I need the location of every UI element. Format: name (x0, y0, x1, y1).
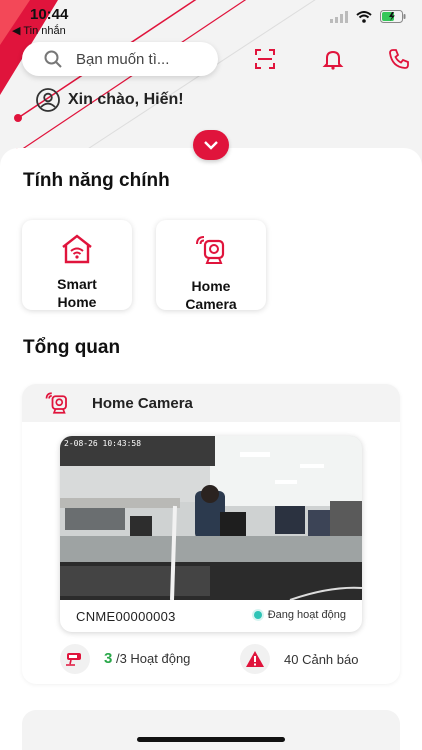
active-cameras-icon-wrap (60, 644, 90, 674)
signal-icon (330, 10, 348, 23)
camera-stats: 3 /3 Hoạt động 40 Cảnh báo (60, 644, 380, 676)
wifi-icon (356, 10, 372, 23)
active-count: 3 (104, 650, 113, 667)
scan-button[interactable] (252, 46, 278, 72)
feature-home-camera-line1: Home (191, 278, 231, 294)
camera-section-title: Home Camera (92, 394, 193, 412)
notifications-button[interactable] (320, 46, 346, 72)
feature-smart-home-line2: Home (57, 294, 97, 310)
feature-home-camera-line2: Camera (185, 296, 237, 312)
greeting: Xin chào, Hiến! (36, 88, 184, 112)
main-features-title: Tính năng chính (23, 170, 170, 191)
camera-info-bar: CNME00000003 Đang hoạt động (60, 600, 362, 632)
active-cameras-stat: 3 /3 Hoạt động (104, 650, 190, 667)
battery-icon (380, 10, 406, 23)
warning-icon (246, 651, 264, 667)
camera-card[interactable]: 2-08-26 10:43:58 CNME00000003 Đang hoạt … (60, 436, 362, 632)
camera-status-text: Đang hoạt động (267, 609, 346, 621)
camera-feed-image (60, 436, 362, 600)
online-status-dot (253, 611, 262, 619)
status-time: 10:44 (30, 6, 69, 23)
user-avatar-icon (36, 88, 60, 112)
status-bar: 10:44 ◀ Tin nhắn (0, 0, 422, 40)
back-to-messages-link[interactable]: ◀ Tin nhắn (12, 24, 66, 37)
scan-icon (255, 49, 275, 69)
chevron-down-icon (204, 140, 218, 150)
feature-smart-home-line1: Smart (57, 276, 97, 292)
greeting-text: Xin chào, Hiến! (68, 91, 184, 108)
search-input[interactable]: Bạn muốn tì... (22, 42, 218, 76)
feed-timestamp: 2-08-26 10:43:58 (64, 439, 142, 448)
next-section-card (22, 710, 400, 750)
warnings-stat[interactable]: 40 Cảnh báo (284, 652, 358, 667)
camera-id: CNME00000003 (76, 608, 176, 624)
warnings-icon-wrap (240, 644, 270, 674)
feature-smart-home[interactable]: Smart Home (22, 220, 132, 310)
status-icons (330, 10, 406, 23)
camera-status: Đang hoạt động (253, 609, 346, 621)
search-icon (44, 50, 62, 68)
home-camera-icon (45, 392, 67, 414)
bell-icon (322, 50, 344, 70)
smart-home-icon (62, 234, 92, 264)
home-camera-icon (196, 236, 225, 264)
overview-title: Tổng quan (23, 337, 121, 358)
collapse-toggle-button[interactable] (193, 130, 229, 160)
search-placeholder: Bạn muốn tì... (76, 50, 170, 68)
cctv-icon (66, 653, 81, 666)
feature-home-camera[interactable]: Home Camera (156, 220, 266, 312)
active-suffix: /3 Hoạt động (115, 651, 191, 666)
call-button[interactable] (386, 46, 412, 72)
phone-icon (389, 49, 409, 69)
home-indicator[interactable] (137, 737, 285, 742)
camera-section-header[interactable]: Home Camera (22, 384, 400, 422)
